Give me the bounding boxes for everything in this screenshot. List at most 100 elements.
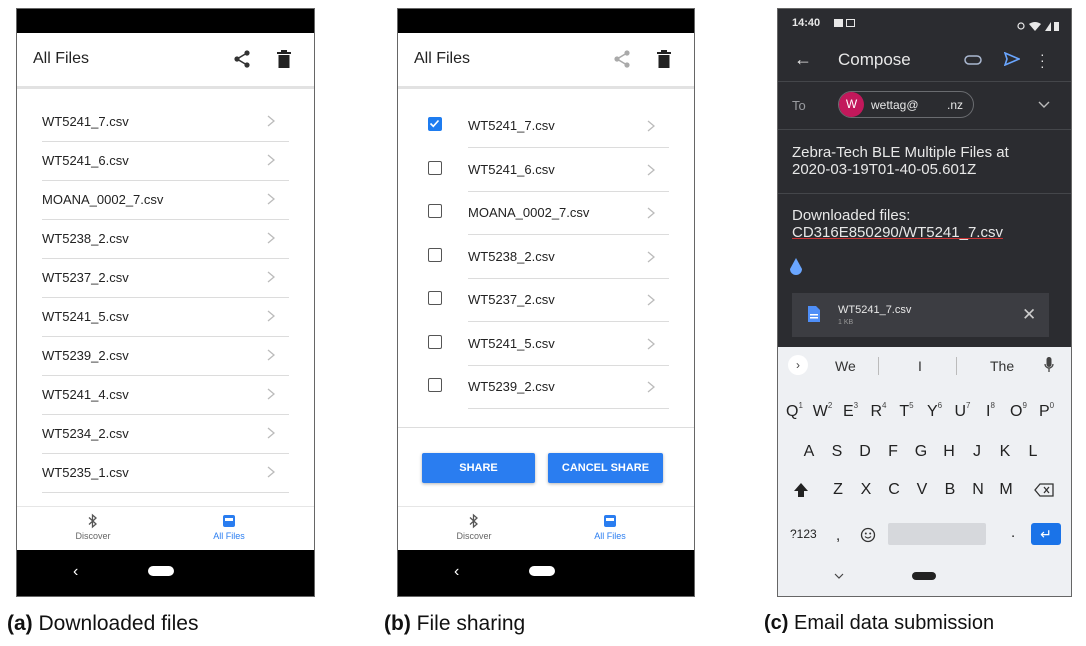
key[interactable]: T5 — [896, 401, 918, 421]
key[interactable]: V — [911, 481, 933, 499]
home-pill[interactable] — [912, 572, 936, 580]
body-line-2[interactable]: CD316E850290/WT5241_7.csv — [792, 224, 1003, 241]
file-row[interactable]: WT5241_4.csv — [42, 376, 289, 415]
suggestion-word[interactable]: The — [990, 358, 1014, 374]
key[interactable]: Q1 — [784, 401, 806, 421]
attachment-card[interactable]: WT5241_7.csv 1 KB ✕ — [792, 293, 1049, 337]
suggestion-word[interactable]: I — [918, 358, 922, 374]
status-bar — [398, 9, 694, 33]
key[interactable]: K — [994, 443, 1016, 461]
file-row[interactable]: WT5237_2.csv — [468, 279, 669, 322]
nav-discover[interactable]: Discover — [53, 513, 133, 541]
chevron-down-icon[interactable] — [1038, 101, 1050, 109]
space-bar[interactable] — [888, 523, 986, 545]
file-row[interactable]: WT5237_2.csv — [42, 259, 289, 298]
trash-icon[interactable] — [656, 50, 672, 68]
file-row[interactable]: WT5241_5.csv — [468, 323, 669, 366]
caption-a-tag: (a) — [7, 612, 33, 635]
key[interactable]: R4 — [868, 401, 890, 421]
symbols-key[interactable]: ?123 — [790, 527, 817, 541]
hide-keyboard-icon[interactable] — [834, 573, 844, 579]
send-icon[interactable] — [1004, 52, 1020, 66]
backspace-icon[interactable] — [1034, 483, 1054, 497]
suggestion-word[interactable]: We — [835, 358, 856, 374]
key[interactable]: M — [995, 481, 1017, 499]
key[interactable]: W2 — [812, 401, 834, 421]
file-row[interactable]: WT5241_5.csv — [42, 298, 289, 337]
close-icon[interactable]: ✕ — [1022, 305, 1036, 325]
checkbox-checked[interactable] — [428, 117, 442, 131]
back-icon[interactable]: ‹ — [454, 563, 459, 581]
shift-icon[interactable] — [793, 482, 809, 498]
key[interactable]: P0 — [1036, 401, 1058, 421]
file-row[interactable]: WT5241_7.csv — [42, 103, 289, 142]
key[interactable]: I8 — [980, 401, 1002, 421]
home-pill[interactable] — [529, 566, 555, 576]
key[interactable]: Z — [827, 481, 849, 499]
divider — [778, 193, 1071, 194]
attach-icon[interactable] — [964, 55, 982, 65]
period-key[interactable]: . — [1011, 524, 1015, 541]
chevron-right-icon — [267, 388, 275, 400]
key[interactable]: O9 — [1008, 401, 1030, 421]
key[interactable]: C — [883, 481, 905, 499]
checkbox[interactable] — [428, 334, 442, 349]
nav-discover[interactable]: Discover — [434, 513, 514, 541]
recipient-chip[interactable]: W wettag@ .nz — [838, 91, 974, 118]
file-row[interactable]: WT5239_2.csv — [468, 366, 669, 409]
key[interactable]: S — [826, 443, 848, 461]
key[interactable]: N — [967, 481, 989, 499]
key[interactable]: G — [910, 443, 932, 461]
recipient-domain: .nz — [947, 98, 964, 112]
key[interactable]: A — [798, 443, 820, 461]
share-icon[interactable] — [232, 49, 252, 69]
key[interactable]: Y6 — [924, 401, 946, 421]
emoji-icon[interactable] — [860, 527, 876, 543]
key[interactable]: X — [855, 481, 877, 499]
key[interactable]: H — [938, 443, 960, 461]
mic-icon[interactable] — [1044, 357, 1054, 373]
file-row[interactable]: WT5241_6.csv — [468, 149, 669, 192]
key[interactable]: E3 — [840, 401, 862, 421]
back-arrow-icon[interactable]: ← — [794, 49, 812, 70]
file-row[interactable]: WT5238_2.csv — [42, 220, 289, 259]
share-icon[interactable] — [612, 49, 632, 69]
home-pill[interactable] — [148, 566, 174, 576]
drop-handle-icon[interactable] — [788, 257, 804, 277]
key[interactable]: U7 — [952, 401, 974, 421]
back-icon[interactable]: ‹ — [73, 563, 78, 581]
file-row[interactable]: WT5239_2.csv — [42, 337, 289, 376]
checkbox[interactable] — [428, 291, 442, 305]
subject-field[interactable]: Zebra-Tech BLE Multiple Files at 2020-03… — [792, 144, 1022, 178]
enter-key[interactable]: ↵ — [1031, 523, 1061, 545]
body-line-1[interactable]: Downloaded files: — [792, 207, 910, 224]
file-row[interactable]: MOANA_0002_7.csv — [468, 192, 669, 235]
file-row[interactable]: WT5241_7.csv — [468, 105, 669, 148]
nav-all-files-label: All Files — [213, 531, 245, 541]
key[interactable]: F — [882, 443, 904, 461]
key[interactable]: J — [966, 443, 988, 461]
bluetooth-icon — [469, 513, 478, 529]
checkbox[interactable] — [428, 204, 442, 218]
nav-all-files[interactable]: All Files — [570, 513, 650, 541]
checkbox[interactable] — [428, 378, 442, 392]
nav-all-files[interactable]: All Files — [189, 513, 269, 541]
key[interactable]: D — [854, 443, 876, 461]
cancel-share-button[interactable]: CANCEL SHARE — [548, 453, 663, 483]
suggestion-expand-icon[interactable]: › — [788, 355, 808, 375]
comma-key[interactable]: , — [836, 527, 840, 544]
bluetooth-icon — [88, 513, 97, 529]
key[interactable]: B — [939, 481, 961, 499]
more-icon[interactable]: · · · — [1040, 47, 1045, 73]
file-row[interactable]: MOANA_0002_7.csv — [42, 181, 289, 220]
key[interactable]: L — [1022, 443, 1044, 461]
file-row[interactable]: WT5238_2.csv — [468, 236, 669, 279]
file-row[interactable]: WT5234_2.csv — [42, 415, 289, 454]
file-row[interactable]: WT5235_1.csv — [42, 454, 289, 493]
checkbox[interactable] — [428, 247, 442, 262]
file-row[interactable]: WT5241_6.csv — [42, 142, 289, 181]
share-button[interactable]: SHARE — [422, 453, 535, 483]
trash-icon[interactable] — [276, 50, 292, 68]
file-name: MOANA_0002_7.csv — [42, 192, 164, 207]
checkbox[interactable] — [428, 160, 442, 175]
